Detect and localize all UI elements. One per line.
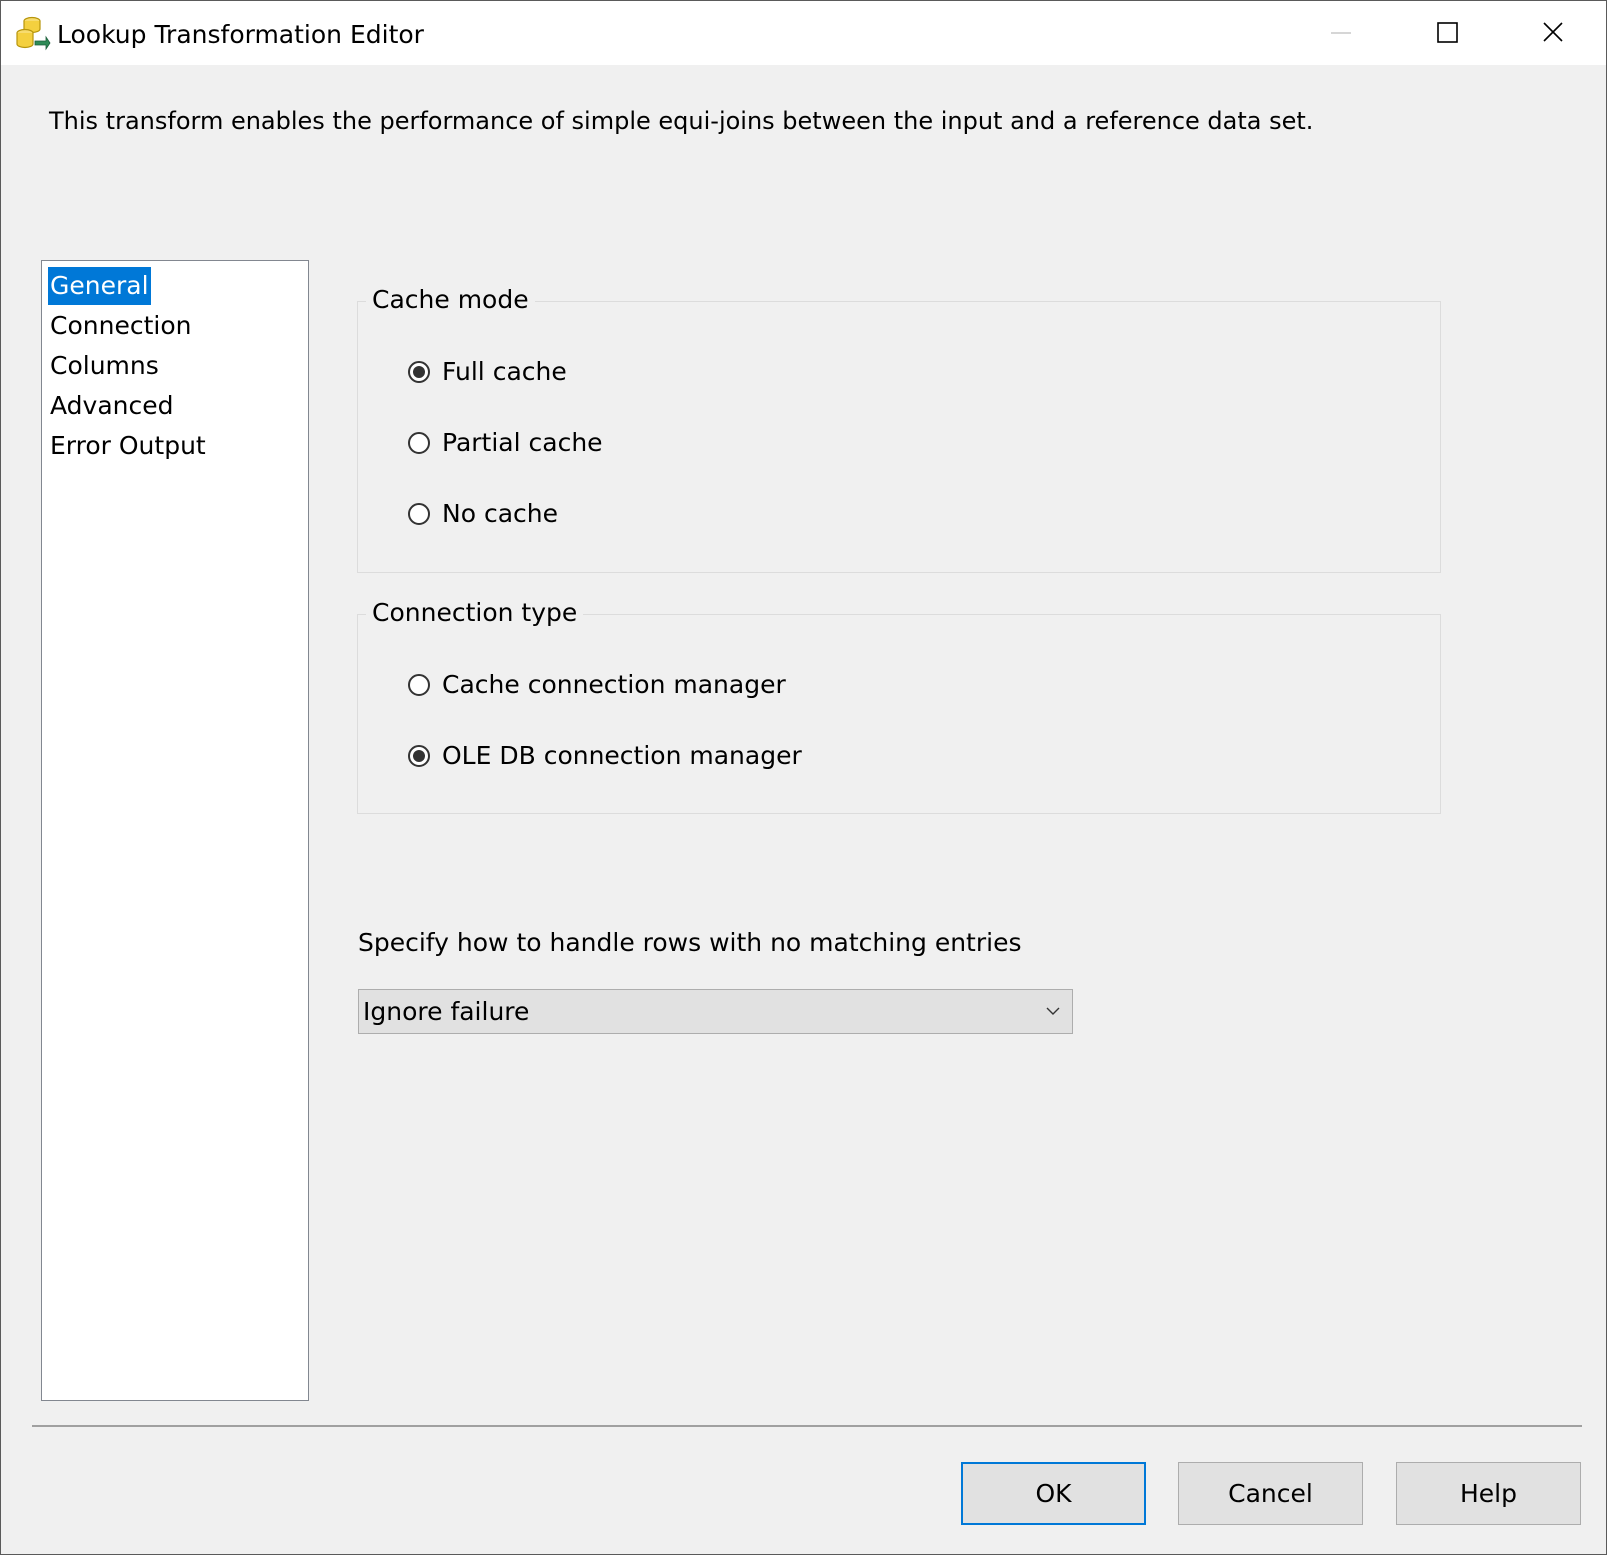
lookup-transformation-editor-window: Lookup Transformation Editor This transf… — [0, 0, 1607, 1555]
nav-item-connection[interactable]: Connection — [48, 307, 193, 345]
maximize-button[interactable] — [1394, 1, 1500, 65]
radio-checked-icon — [408, 361, 430, 383]
chevron-down-icon — [1046, 1007, 1060, 1015]
radio-ole-db-connection-manager[interactable]: OLE DB connection manager — [408, 738, 802, 774]
footer-separator — [32, 1425, 1582, 1427]
cache-mode-title: Cache mode — [366, 282, 535, 318]
radio-no-cache-label: No cache — [442, 499, 558, 528]
close-button[interactable] — [1500, 1, 1606, 65]
minimize-icon — [1331, 32, 1351, 34]
radio-full-cache-label: Full cache — [442, 357, 567, 386]
maximize-icon — [1437, 22, 1458, 43]
radio-cache-connection-manager[interactable]: Cache connection manager — [408, 667, 786, 703]
nav-item-columns[interactable]: Columns — [48, 347, 161, 385]
radio-unchecked-icon — [408, 674, 430, 696]
connection-type-title: Connection type — [366, 595, 584, 631]
connection-type-group: Connection type Cache connection manager… — [357, 595, 1441, 814]
transform-description: This transform enables the performance o… — [49, 107, 1314, 135]
window-title: Lookup Transformation Editor — [57, 20, 424, 49]
radio-no-cache[interactable]: No cache — [408, 496, 558, 532]
nav-item-error-output[interactable]: Error Output — [48, 427, 208, 465]
database-lookup-icon — [16, 16, 51, 51]
radio-unchecked-icon — [408, 432, 430, 454]
radio-unchecked-icon — [408, 503, 430, 525]
cancel-button[interactable]: Cancel — [1178, 1462, 1363, 1525]
cache-mode-group: Cache mode Full cache Partial cache No c… — [357, 282, 1441, 573]
radio-full-cache[interactable]: Full cache — [408, 354, 567, 390]
radio-partial-cache[interactable]: Partial cache — [408, 425, 603, 461]
close-icon — [1543, 22, 1563, 42]
minimize-button[interactable] — [1288, 1, 1394, 65]
radio-cache-connection-manager-label: Cache connection manager — [442, 670, 786, 699]
title-bar: Lookup Transformation Editor — [1, 1, 1606, 65]
nav-item-general[interactable]: General — [48, 267, 151, 305]
ok-button[interactable]: OK — [961, 1462, 1146, 1525]
no-match-handling-dropdown[interactable]: Ignore failure — [358, 989, 1073, 1034]
radio-checked-icon — [408, 745, 430, 767]
help-button[interactable]: Help — [1396, 1462, 1581, 1525]
no-match-handling-label: Specify how to handle rows with no match… — [358, 928, 1022, 957]
page-navigation-list: General Connection Columns Advanced Erro… — [41, 260, 309, 1401]
radio-partial-cache-label: Partial cache — [442, 428, 603, 457]
dropdown-selected-value: Ignore failure — [363, 997, 530, 1026]
radio-ole-db-connection-manager-label: OLE DB connection manager — [442, 741, 802, 770]
nav-item-advanced[interactable]: Advanced — [48, 387, 176, 425]
